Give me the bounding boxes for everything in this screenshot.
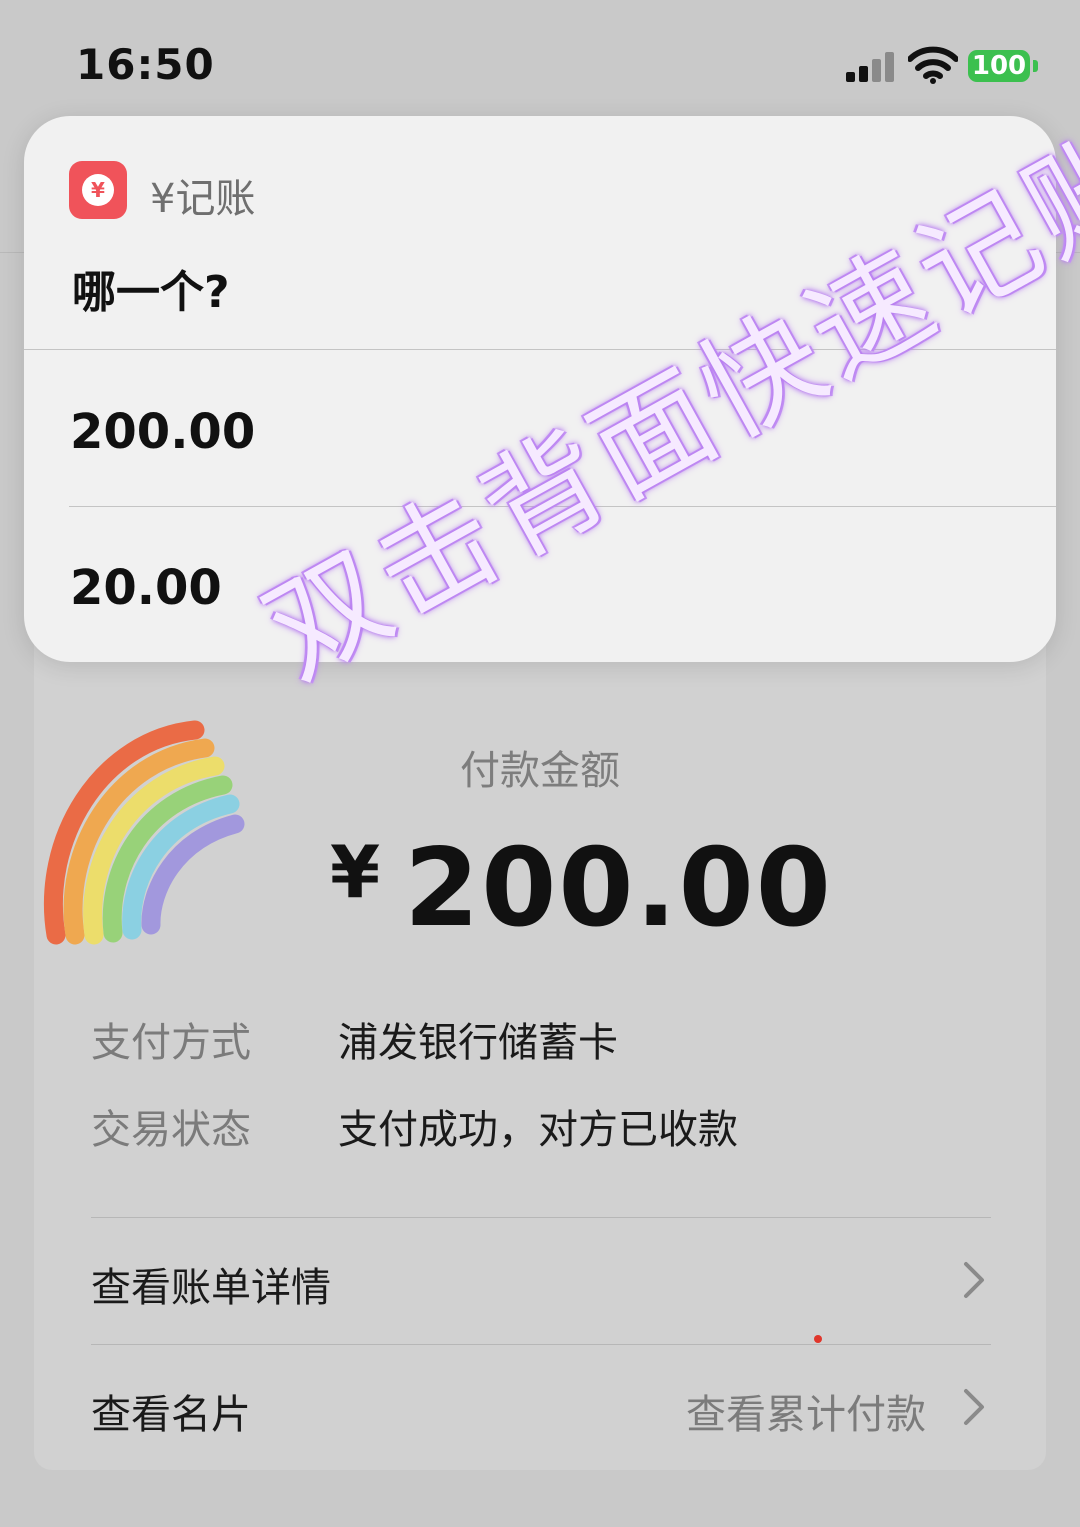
option-20[interactable]: 20.00 [70, 560, 222, 616]
wifi-icon [908, 46, 958, 84]
divider [91, 1217, 991, 1218]
rainbow-sticker [43, 720, 245, 945]
payment-amount: ¥200.00 [330, 826, 833, 951]
view-bill-details-label[interactable]: 查看账单详情 [91, 1255, 331, 1313]
transaction-status-value: 支付成功，对方已收款 [338, 1107, 738, 1153]
chevron-right-icon[interactable] [958, 1260, 988, 1300]
amount-number: 200.00 [404, 826, 833, 951]
option-200[interactable]: 200.00 [70, 404, 255, 460]
battery-icon: 100 [968, 50, 1030, 82]
popup-question: 哪一个? [72, 267, 230, 318]
yen-symbol: ¥ [82, 174, 114, 206]
status-time: 16:50 [76, 40, 215, 89]
view-cumulative-payments-link[interactable]: 查看累计付款 [686, 1382, 926, 1440]
yen-app-icon: ¥ [69, 161, 127, 219]
status-bar: 16:50 100 [0, 0, 1080, 115]
shortcut-app-name: ¥记账 [150, 176, 256, 222]
signal-icon [846, 52, 896, 82]
view-business-card-label[interactable]: 查看名片 [91, 1382, 251, 1440]
transaction-status-label: 交易状态 [91, 1107, 251, 1153]
currency-symbol: ¥ [330, 830, 383, 914]
payment-method-value: 浦发银行储蓄卡 [338, 1020, 618, 1066]
chevron-right-icon[interactable] [958, 1387, 988, 1427]
divider [91, 1344, 991, 1345]
battery-tip [1033, 60, 1038, 72]
notification-dot [814, 1335, 822, 1343]
payment-method-label: 支付方式 [91, 1020, 251, 1066]
